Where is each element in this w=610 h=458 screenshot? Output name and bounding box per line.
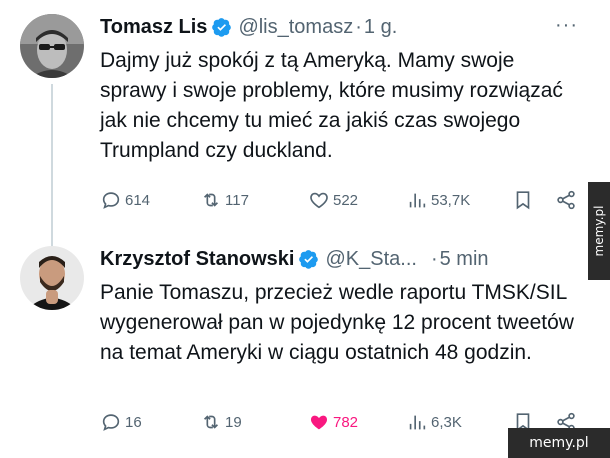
bookmark-icon (516, 191, 530, 210)
author-name[interactable]: Tomasz Lis (100, 16, 207, 39)
retweet-button[interactable]: 117 (200, 186, 249, 214)
like-button[interactable]: 522 (308, 186, 358, 214)
avatar-stanowski[interactable] (20, 246, 84, 310)
author-handle[interactable]: @K_Sta... (325, 248, 416, 271)
reply-count: 16 (125, 413, 142, 431)
reply-button[interactable]: 614 (100, 186, 150, 214)
user-avatar-sunglasses-icon (20, 14, 84, 78)
verified-badge-icon (299, 250, 319, 269)
share-icon (557, 190, 575, 210)
share-button[interactable] (555, 186, 577, 214)
reply-icon (102, 192, 120, 209)
thread-connector-line (51, 84, 53, 248)
user-avatar-beard-icon (20, 246, 84, 310)
header-separator: · (430, 247, 438, 270)
reply-icon (102, 414, 120, 431)
views-count: 6,3K (431, 413, 462, 431)
watermark-side: memy.pl (588, 182, 610, 280)
tweet-header: Krzysztof Stanowski @K_Sta... · 5 min (100, 246, 578, 272)
like-count: 782 (333, 413, 359, 431)
tweet-header: Tomasz Lis @lis_tomasz · 1 g. ··· (100, 14, 578, 40)
views-chart-icon (409, 193, 426, 208)
tweet-stanowski[interactable]: Krzysztof Stanowski @K_Sta... · 5 min Pa… (0, 232, 588, 458)
more-options-button[interactable]: ··· (555, 14, 578, 37)
watermark-side-text: memy.pl (592, 205, 606, 257)
tweet-text: Panie Tomaszu, przecież wedle raportu TM… (100, 281, 574, 364)
tweet-actions: 614 117 522 53,7K (100, 186, 588, 214)
views-chart-icon (409, 415, 426, 430)
tweet-time[interactable]: 5 min (440, 248, 489, 271)
heart-filled-icon (310, 415, 328, 430)
avatar-lis[interactable] (20, 14, 84, 78)
tweet-lis[interactable]: Tomasz Lis @lis_tomasz · 1 g. ··· Dajmy … (0, 0, 588, 248)
author-name[interactable]: Krzysztof Stanowski (100, 248, 294, 271)
reply-button[interactable]: 16 (100, 408, 142, 436)
views-button[interactable]: 6,3K (406, 408, 462, 436)
bookmark-button[interactable] (512, 186, 534, 214)
heart-icon (310, 192, 328, 209)
author-handle[interactable]: @lis_tomasz (238, 16, 353, 39)
retweet-button[interactable]: 19 (200, 408, 242, 436)
reply-count: 614 (125, 191, 151, 209)
like-button[interactable]: 782 (308, 408, 358, 436)
tweet-time[interactable]: 1 g. (364, 16, 397, 39)
retweet-icon (203, 415, 219, 429)
verified-badge-icon (212, 18, 232, 37)
views-count: 53,7K (431, 191, 471, 209)
watermark-corner: memy.pl (508, 428, 610, 458)
retweet-count: 19 (225, 413, 242, 431)
retweet-icon (203, 193, 219, 207)
retweet-count: 117 (225, 191, 249, 209)
tweet-text: Dajmy już spokój z tą Ameryką. Mamy swoj… (100, 49, 563, 162)
views-button[interactable]: 53,7K (406, 186, 470, 214)
header-separator: · (355, 15, 362, 38)
like-count: 522 (333, 191, 359, 209)
